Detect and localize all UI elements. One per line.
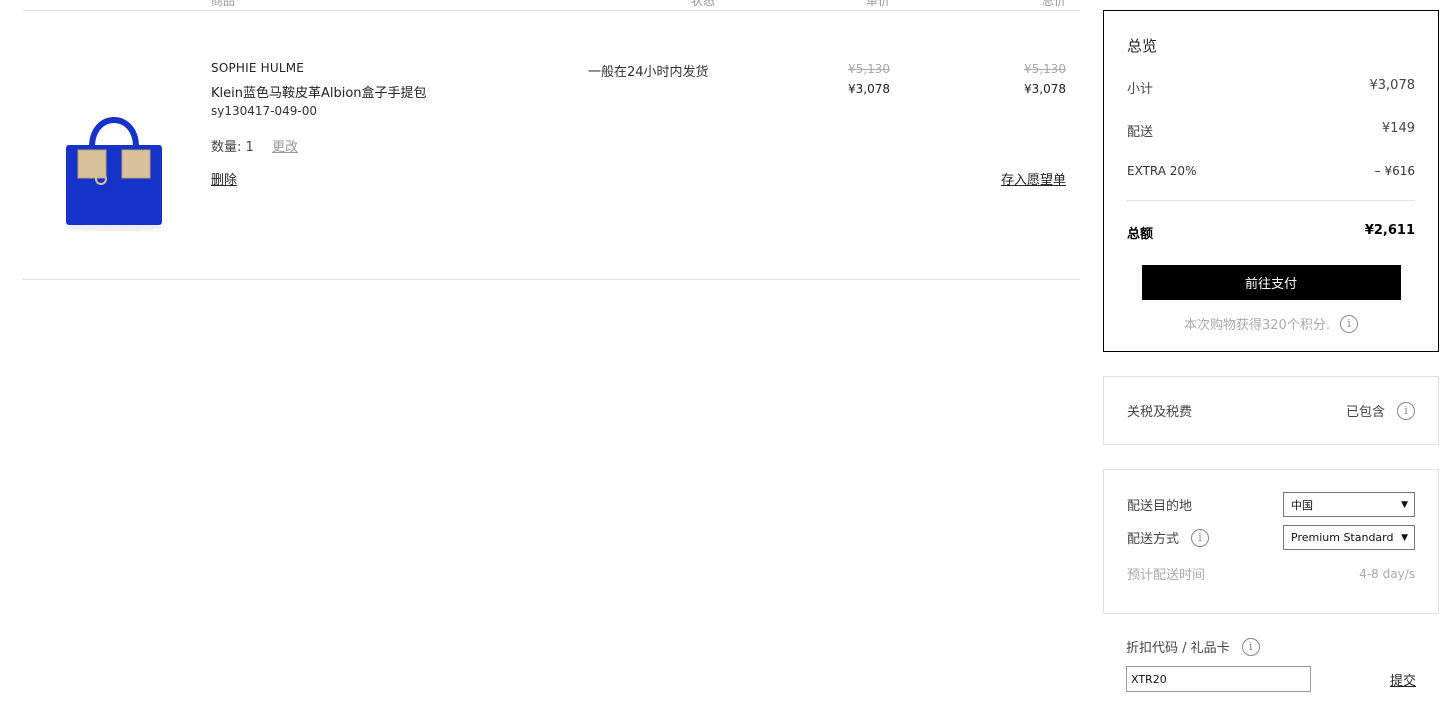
quantity-row: 数量: 1 更改 (211, 136, 298, 155)
destination-label: 配送目的地 (1127, 499, 1193, 514)
shipping-label: 配送 (1127, 125, 1154, 140)
bag-clasp-right (121, 149, 151, 179)
remove-item-link[interactable]: 删除 (211, 169, 237, 188)
coupon-section: 折扣代码 / 礼品卡 i 提交 (1126, 637, 1416, 692)
column-header-total: 总价 (1042, 0, 1067, 8)
grand-total-value: ¥2,611 (1364, 223, 1415, 238)
duties-value: 已包含 (1345, 405, 1385, 420)
discount-label: EXTRA 20% (1127, 164, 1197, 178)
discount-row: EXTRA 20% – ¥616 (1127, 164, 1415, 178)
grand-total-row: 总额 ¥2,611 (1127, 223, 1415, 242)
save-to-wishlist-link[interactable]: 存入愿望单 (1001, 169, 1066, 188)
summary-title: 总览 (1127, 37, 1158, 55)
change-quantity-link[interactable]: 更改 (272, 140, 298, 155)
divider (1127, 200, 1415, 201)
column-header-item: 商品 (211, 0, 236, 8)
shipping-options: 配送目的地 中国 ▼ 配送方式 i Premium Standard Del ▼… (1103, 469, 1439, 614)
shipping-method-value: Premium Standard Del (1291, 531, 1397, 544)
divider (23, 279, 1080, 280)
bag-handle (89, 117, 139, 148)
info-icon[interactable]: i (1397, 401, 1415, 420)
chevron-down-icon: ▼ (1401, 532, 1408, 543)
chevron-down-icon: ▼ (1401, 499, 1408, 510)
duties-panel: 关税及税费 已包含 i (1103, 376, 1439, 445)
subtotal-row: 小计 ¥3,078 (1127, 78, 1415, 97)
subtotal-label: 小计 (1127, 82, 1154, 97)
product-name[interactable]: Klein蓝色马鞍皮革Albion盒子手提包 (211, 82, 427, 101)
line-total-original: ¥5,130 (1024, 62, 1066, 76)
product-brand[interactable]: SOPHIE HULME (211, 61, 304, 75)
shipping-method-select[interactable]: Premium Standard Del ▼ (1283, 525, 1415, 550)
info-icon[interactable]: i (1241, 637, 1260, 656)
checkout-button[interactable]: 前往支付 (1141, 265, 1401, 300)
shipping-status: 一般在24小时内发货 (588, 65, 709, 80)
quantity-label: 数量: 1 (211, 140, 254, 155)
duties-label: 关税及税费 (1127, 405, 1193, 420)
column-header-unit-price: 单价 (866, 0, 891, 8)
points-text: 本次购物获得320个积分. (1184, 318, 1330, 333)
unit-price-original: ¥5,130 (848, 62, 890, 76)
method-row: 配送方式 i Premium Standard Del ▼ (1127, 525, 1415, 550)
divider (23, 10, 1080, 11)
product-sku: sy130417-049-00 (211, 104, 317, 118)
grand-total-label: 总额 (1127, 227, 1154, 242)
coupon-input[interactable] (1126, 666, 1311, 692)
eta-label: 预计配送时间 (1127, 568, 1206, 583)
discount-value: – ¥616 (1374, 164, 1415, 178)
eta-value: 4-8 day/s (1359, 566, 1415, 581)
info-icon[interactable]: i (1339, 314, 1358, 333)
info-icon[interactable]: i (1191, 528, 1210, 547)
product-image[interactable] (59, 105, 169, 235)
subtotal-value: ¥3,078 (1369, 78, 1416, 93)
order-summary: 总览 小计 ¥3,078 配送 ¥149 EXTRA 20% – ¥616 总额… (1103, 10, 1439, 352)
shipping-value: ¥149 (1381, 121, 1415, 136)
points-note: 本次购物获得320个积分. i (1127, 314, 1415, 333)
coupon-submit-link[interactable]: 提交 (1390, 670, 1416, 689)
method-label: 配送方式 (1127, 532, 1180, 547)
column-header-status: 状态 (691, 0, 716, 8)
destination-select[interactable]: 中国 ▼ (1283, 492, 1415, 517)
duties-status: 已包含 i (1346, 401, 1415, 420)
line-total: ¥5,130 ¥3,078 (956, 62, 1066, 96)
shipping-row: 配送 ¥149 (1127, 121, 1415, 140)
eta-row: 预计配送时间 4-8 day/s (1127, 564, 1415, 584)
cart-section: 商品 状态 单价 总价 SOPHIE HULME Klein蓝色马鞍皮革Albi… (23, 0, 1080, 280)
coupon-title: 折扣代码 / 礼品卡 i (1126, 637, 1416, 656)
unit-price-sale: ¥3,078 (848, 82, 890, 96)
coupon-row: 提交 (1126, 666, 1416, 692)
unit-price: ¥5,130 ¥3,078 (780, 62, 890, 96)
method-label-group: 配送方式 i (1127, 528, 1210, 547)
line-total-sale: ¥3,078 (1024, 82, 1066, 96)
destination-value: 中国 (1291, 498, 1313, 512)
destination-row: 配送目的地 中国 ▼ (1127, 492, 1415, 517)
coupon-label: 折扣代码 / 礼品卡 (1126, 641, 1230, 656)
